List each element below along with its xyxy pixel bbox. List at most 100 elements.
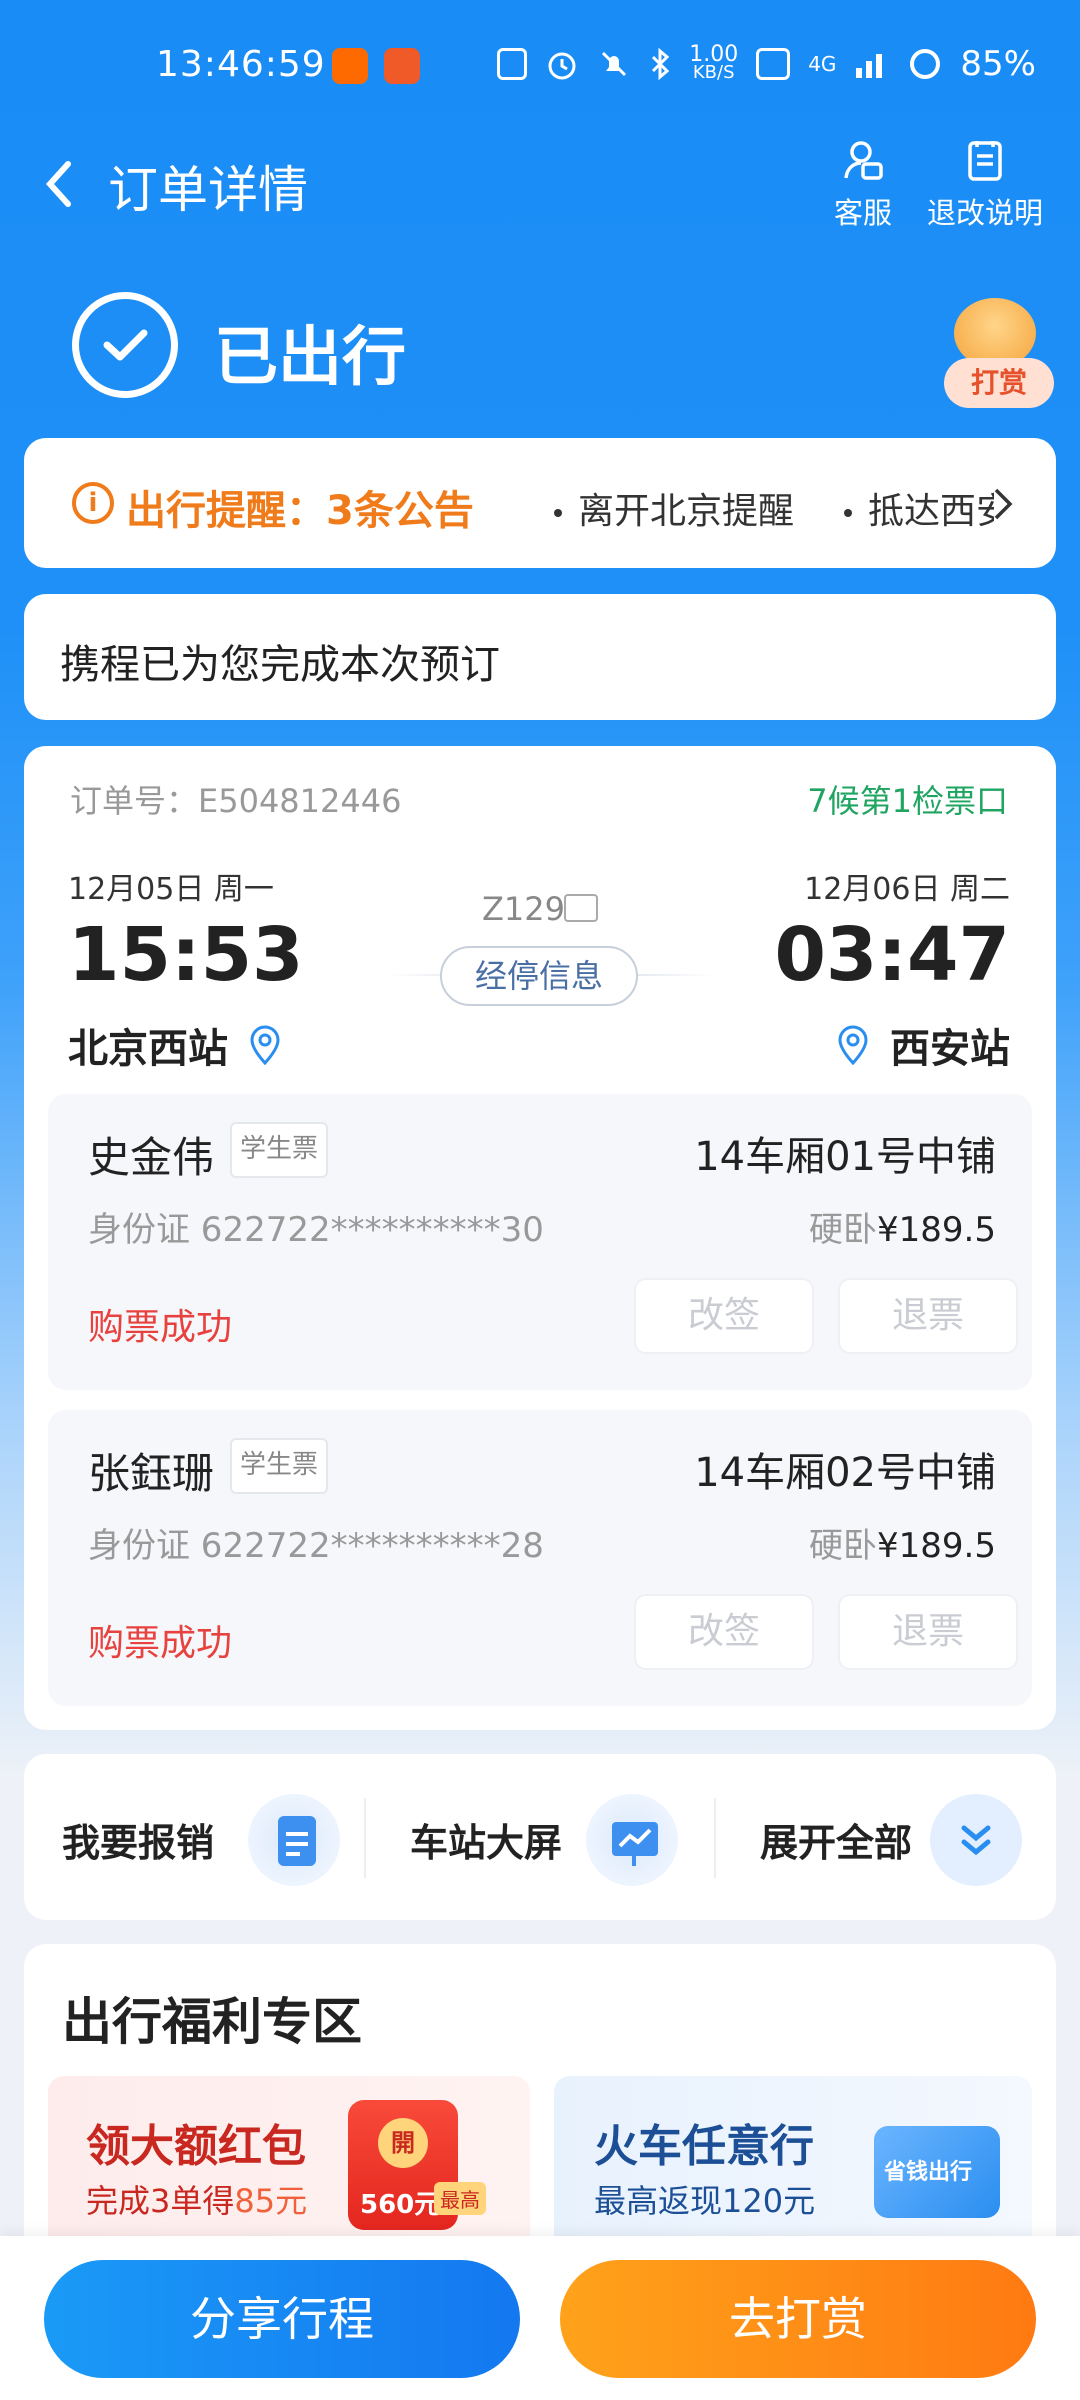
chevron-right-icon [994, 488, 1013, 520]
save-money-label: 省钱出行 [884, 2160, 973, 2185]
order-card: 订单号：E504812446 7候第1检票口 12月05日 周一 12月06日 … [24, 746, 1056, 1730]
location-pin-icon [838, 1025, 868, 1065]
divider [714, 1798, 716, 1878]
reimburse-tool[interactable]: 我要报销 [62, 1754, 362, 1920]
seat-class: 硬卧 [809, 1526, 878, 1566]
red-packet-sub-text: 完成3单得 [86, 2182, 235, 2220]
boarding-gate: 7候第1检票口 [807, 782, 1008, 820]
battery-level: 85% [960, 44, 1036, 84]
taobao-app-icon [332, 48, 368, 84]
info-icon: i [72, 482, 114, 524]
travel-notice-bar[interactable]: i 出行提醒：3条公告 离开北京提醒 抵达西安提醒 [24, 438, 1056, 568]
train-anytime-sub: 最高返现120元 [594, 2182, 816, 2220]
booking-confirmation-text: 携程已为您完成本次预订 [60, 642, 500, 688]
passenger-name: 张鈺珊 [88, 1449, 215, 1498]
train-number: Z129 [482, 890, 565, 928]
price-value: ¥189.5 [877, 1526, 996, 1566]
open-badge: 開 [378, 2118, 428, 2168]
ticket-status: 购票成功 [88, 1307, 233, 1348]
departure-date: 12月05日 周一 [68, 872, 274, 907]
change-ticket-button[interactable]: 改签 [634, 1594, 814, 1670]
arrival-station[interactable]: 西安站 [836, 1016, 1010, 1074]
page-title: 订单详情 [108, 161, 308, 219]
refund-policy-label: 退改说明 [926, 196, 1043, 230]
reimburse-clipboard-icon [248, 1794, 340, 1886]
notice-item: 离开北京提醒 [554, 482, 794, 534]
divider [364, 1798, 366, 1878]
bottom-action-bar: 分享行程 去打赏 [0, 2236, 1080, 2400]
expand-all-chevron-icon [930, 1794, 1022, 1886]
departure-time: 15:53 [68, 912, 304, 998]
ticket-type-badge: 学生票 [230, 1438, 329, 1494]
back-icon[interactable] [36, 154, 86, 214]
station-screen-icon [586, 1794, 678, 1886]
save-money-badge: 省钱出行 [874, 2126, 1000, 2218]
network-type: 4G [808, 52, 837, 76]
departure-station-name: 北京西站 [68, 1026, 228, 1072]
quick-tools-bar: 我要报销 车站大屏 展开全部 [24, 1754, 1056, 1920]
ticket-price: 硬卧¥189.5 [809, 1202, 996, 1251]
red-packet-amount: 560元 [360, 2190, 441, 2220]
refund-ticket-button[interactable]: 退票 [838, 1278, 1018, 1354]
go-tip-button[interactable]: 去打赏 [560, 2260, 1036, 2378]
ticket-price: 硬卧¥189.5 [809, 1518, 996, 1567]
arrival-date: 12月06日 周二 [804, 872, 1010, 907]
booking-confirmation-card: 携程已为您完成本次预订 [24, 594, 1056, 720]
red-packet-sub-amount: 85元 [234, 2182, 308, 2220]
status-time: 13:46:59 [156, 44, 326, 85]
red-packet-heading: 领大额红包 [86, 2121, 306, 2172]
seat-number: 14车厢02号中铺 [694, 1450, 996, 1496]
refund-ticket-button[interactable]: 退票 [838, 1594, 1018, 1670]
customer-service-button[interactable]: 客服 [830, 138, 896, 232]
hd-icon [756, 48, 791, 80]
price-value: ¥189.5 [877, 1210, 996, 1250]
arrival-station-name: 西安站 [890, 1026, 1010, 1072]
passenger-id: 身份证 622722**********30 [88, 1210, 544, 1250]
status-check-icon [72, 292, 178, 398]
network-speed: 1.00 KB/S [689, 44, 738, 83]
trip-status-title: 已出行 [214, 321, 406, 395]
passenger-card: 史金伟 学生票 14车厢01号中铺 身份证 622722**********30… [48, 1094, 1032, 1390]
expand-all-tool[interactable]: 展开全部 [760, 1754, 1050, 1920]
station-screen-tool[interactable]: 车站大屏 [410, 1754, 710, 1920]
change-ticket-button[interactable]: 改签 [634, 1278, 814, 1354]
notice-title: 出行提醒：3条公告 [126, 488, 474, 534]
passenger-card: 张鈺珊 学生票 14车厢02号中铺 身份证 622722**********28… [48, 1410, 1032, 1706]
reimburse-label: 我要报销 [62, 1821, 215, 1865]
passenger-id: 身份证 622722**********28 [88, 1526, 544, 1566]
status-icons: 1.00 KB/S 4G 85% [497, 44, 1036, 84]
expand-all-label: 展开全部 [760, 1821, 913, 1865]
benefits-title: 出行福利专区 [62, 1993, 362, 2051]
notice-items: 离开北京提醒 抵达西安提醒 [554, 468, 994, 538]
document-icon [968, 141, 1002, 181]
location-pin-icon [250, 1025, 280, 1065]
notice-item: 抵达西安提醒 [844, 482, 994, 534]
share-trip-button[interactable]: 分享行程 [44, 2260, 520, 2378]
stops-info-button[interactable]: 经停信息 [440, 946, 638, 1006]
battery-icon [910, 49, 941, 79]
customer-service-icon [844, 141, 883, 180]
station-screen-label: 车站大屏 [410, 1821, 563, 1865]
bluetooth-icon [652, 47, 670, 81]
seat-number: 14车厢01号中铺 [694, 1134, 996, 1180]
ticket-status: 购票成功 [88, 1623, 233, 1664]
ticket-type-badge: 学生票 [230, 1122, 329, 1178]
refund-policy-button[interactable]: 退改说明 [924, 138, 1046, 232]
mute-bell-icon [602, 51, 627, 77]
departure-station[interactable]: 北京西站 [68, 1016, 282, 1074]
max-tag: 最高 [434, 2182, 486, 2215]
game-app-icon [384, 48, 420, 84]
arrival-time: 03:47 [774, 912, 1010, 998]
order-number: 订单号：E504812446 [70, 782, 402, 820]
nfc-icon [497, 48, 528, 80]
status-bar: 13:46:59 1.00 KB/S 4G 85% [0, 0, 1080, 136]
customer-service-label: 客服 [833, 196, 892, 230]
net-speed-unit: KB/S [692, 62, 735, 83]
id-card-icon [564, 894, 598, 922]
passenger-name: 史金伟 [88, 1133, 215, 1182]
tip-floating-button[interactable]: 打赏 [936, 298, 1056, 416]
alarm-icon [548, 52, 576, 80]
train-anytime-heading: 火车任意行 [594, 2121, 814, 2172]
red-packet-sub: 完成3单得85元 [86, 2176, 307, 2222]
signal-icon [856, 54, 883, 78]
